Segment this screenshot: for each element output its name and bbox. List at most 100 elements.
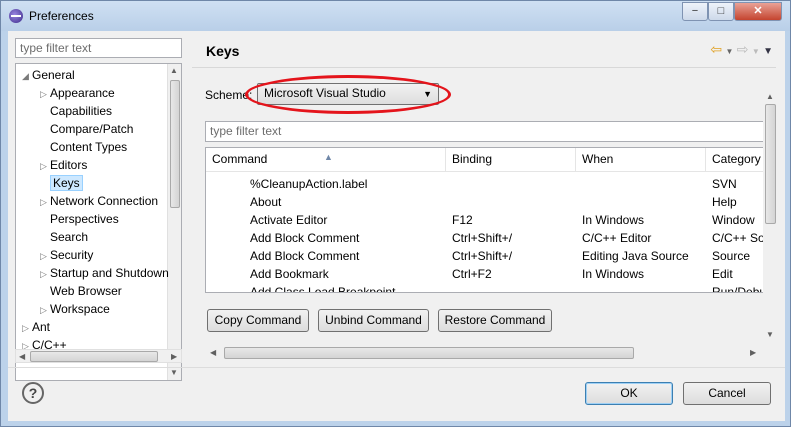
table-cell: Add Block Comment xyxy=(250,231,360,245)
table-row[interactable]: Add Block Comment Ctrl+Shift+/ C/C++ Edito… xyxy=(206,229,770,247)
tree-item[interactable]: ▷ Network Connection xyxy=(40,192,158,210)
eclipse-icon xyxy=(9,9,23,23)
table-row[interactable]: Add Block Comment Ctrl+Shift+/ Editing Jav… xyxy=(206,247,770,265)
table-row[interactable]: Add Class Load Breakpoint Run/Debug xyxy=(206,283,770,293)
table-cell: In Windows xyxy=(582,213,645,227)
collapsed-toggle-icon[interactable]: ▷ xyxy=(40,85,50,103)
page-horizontal-scrollbar[interactable]: ◀ ▶ xyxy=(206,346,763,360)
expanded-toggle-icon[interactable]: ◢ xyxy=(22,67,32,85)
page-scroll-up-icon[interactable]: ▲ xyxy=(766,92,774,101)
table-row[interactable]: Add Bookmark Ctrl+F2 In Windows Edit xyxy=(206,265,770,283)
tree-item-label: Appearance xyxy=(50,86,115,100)
table-cell: Window xyxy=(712,213,755,227)
tree-item-label: Ant xyxy=(32,320,51,334)
back-menu-icon[interactable]: ▼ xyxy=(725,47,733,56)
tree-hscroll-thumb[interactable] xyxy=(30,351,158,362)
header-separator xyxy=(192,67,776,68)
page-title: Keys xyxy=(206,43,240,59)
page-navigation: ⇦ ▼ ⇨ ▼ ▼ xyxy=(710,41,773,58)
tree-item[interactable]: ◢ General xyxy=(22,66,75,84)
collapsed-toggle-icon[interactable]: ▷ xyxy=(40,193,50,211)
tree-item-label: Search xyxy=(50,230,89,244)
page-hscroll-thumb[interactable] xyxy=(224,347,634,359)
table-row[interactable]: About Help xyxy=(206,193,770,211)
highlight-annotation xyxy=(245,75,451,114)
unbind-command-button[interactable]: Unbind Command xyxy=(318,309,429,332)
tree-horizontal-scrollbar[interactable]: ◀ ▶ xyxy=(15,349,182,363)
page-scroll-left-icon[interactable]: ◀ xyxy=(210,348,216,357)
tree-item-label: Startup and Shutdown xyxy=(50,266,169,280)
maximize-button[interactable]: □ xyxy=(708,2,734,21)
column-header-command[interactable]: Command ▲ xyxy=(206,148,446,172)
collapsed-toggle-icon[interactable]: ▷ xyxy=(22,319,32,337)
table-row[interactable]: %CleanupAction.label SVN xyxy=(206,175,770,193)
page-scroll-right-icon[interactable]: ▶ xyxy=(750,348,756,357)
collapsed-toggle-icon[interactable]: ▷ xyxy=(40,301,50,319)
keys-filter-input[interactable]: type filter text xyxy=(205,121,771,142)
collapsed-toggle-icon[interactable]: ▷ xyxy=(40,247,50,265)
forward-arrow-icon[interactable]: ⇨ xyxy=(737,41,749,57)
tree-vertical-scrollbar[interactable]: ▲ ▼ xyxy=(167,64,181,380)
tree-item[interactable]: Web Browser xyxy=(40,282,122,300)
table-row[interactable]: Activate Editor F12 In Windows Window xyxy=(206,211,770,229)
tree-item[interactable]: Content Types xyxy=(40,138,127,156)
close-button[interactable]: ✕ xyxy=(734,2,782,21)
tree-item[interactable]: ▷ Security xyxy=(40,246,93,264)
table-cell: Ctrl+Shift+/ xyxy=(452,231,513,245)
restore-command-button[interactable]: Restore Command xyxy=(438,309,552,332)
table-cell: %CleanupAction.label xyxy=(250,177,368,191)
page-vertical-scrollbar[interactable]: ▲ ▼ xyxy=(763,90,778,342)
tree-item-label: Perspectives xyxy=(50,212,119,226)
table-cell: Add Block Comment xyxy=(250,249,360,263)
title-bar[interactable]: Preferences − □ ✕ xyxy=(1,1,790,31)
preference-tree[interactable]: ▲ ▼ ◢ General ▷ Appearance Capabilities Compa… xyxy=(15,63,182,381)
page-scroll-thumb[interactable] xyxy=(765,104,776,224)
collapsed-toggle-icon[interactable]: ▷ xyxy=(40,265,50,283)
scroll-up-icon[interactable]: ▲ xyxy=(170,66,178,75)
tree-item[interactable]: Keys xyxy=(40,174,83,192)
tree-item[interactable]: Capabilities xyxy=(40,102,112,120)
page-scroll-down-icon[interactable]: ▼ xyxy=(766,330,774,339)
table-cell: Activate Editor xyxy=(250,213,328,227)
tree-item[interactable]: ▷ Appearance xyxy=(40,84,115,102)
key-bindings-table[interactable]: Command ▲ Binding When Category %Cleanup… xyxy=(205,147,771,293)
forward-menu-icon[interactable]: ▼ xyxy=(752,47,760,56)
table-cell: About xyxy=(250,195,282,209)
tree-item[interactable]: Search xyxy=(40,228,88,246)
column-header-when[interactable]: When xyxy=(576,148,706,172)
tree-item-label: Workspace xyxy=(50,302,110,316)
minimize-button[interactable]: − xyxy=(682,2,708,21)
tree-scroll-thumb[interactable] xyxy=(170,80,180,208)
tree-item[interactable]: ▷ Ant xyxy=(22,318,50,336)
tree-item[interactable]: ▷ Workspace xyxy=(40,300,110,318)
window-title: Preferences xyxy=(29,9,94,23)
table-cell: In Windows xyxy=(582,267,645,281)
ok-button[interactable]: OK xyxy=(585,382,673,405)
tree-filter-input[interactable]: type filter text xyxy=(15,38,182,58)
column-header-binding[interactable]: Binding xyxy=(446,148,576,172)
tree-item-label: Compare/Patch xyxy=(50,122,134,136)
table-cell: Ctrl+F2 xyxy=(452,267,492,281)
back-arrow-icon[interactable]: ⇦ xyxy=(710,41,722,57)
table-cell: Ctrl+Shift+/ xyxy=(452,249,513,263)
tree-item[interactable]: Compare/Patch xyxy=(40,120,133,138)
table-cell: Add Class Load Breakpoint xyxy=(250,285,396,293)
tree-item-label: Capabilities xyxy=(50,104,113,118)
copy-command-button[interactable]: Copy Command xyxy=(207,309,309,332)
tree-item[interactable]: ▷ Editors xyxy=(40,156,87,174)
scroll-left-icon[interactable]: ◀ xyxy=(19,352,25,361)
tree-item[interactable]: ▷ Startup and Shutdown xyxy=(40,264,169,282)
table-cell: SVN xyxy=(712,177,737,191)
tree-item-label: Keys xyxy=(50,175,83,191)
view-menu-icon[interactable]: ▼ xyxy=(763,46,773,57)
table-cell: F12 xyxy=(452,213,473,227)
tree-item-label: General xyxy=(32,68,75,82)
scroll-right-icon[interactable]: ▶ xyxy=(171,352,177,361)
table-cell: Source xyxy=(712,249,751,263)
tree-item[interactable]: Perspectives xyxy=(40,210,119,228)
collapsed-toggle-icon[interactable]: ▷ xyxy=(40,157,50,175)
table-cell: C/C++ Editor xyxy=(582,231,652,245)
help-icon[interactable]: ? xyxy=(22,382,44,404)
column-header-category[interactable]: Category xyxy=(706,148,770,172)
cancel-button[interactable]: Cancel xyxy=(683,382,771,405)
